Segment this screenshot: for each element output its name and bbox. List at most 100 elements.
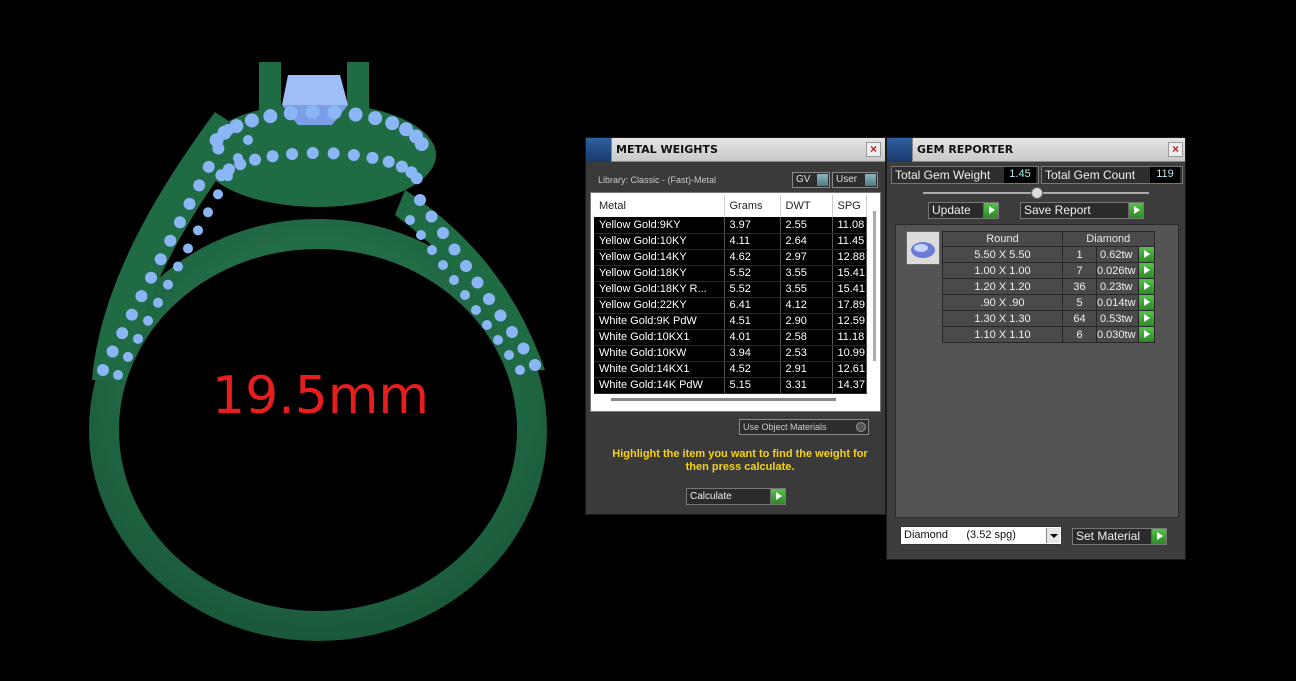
total-gem-weight-text: Total Gem Weight — [895, 168, 991, 182]
grams-cell: 5.52 — [724, 281, 781, 298]
gem-list-area: Round Diamond 5.50 X 5.50 1 0.62tw 1.00 X 1… — [895, 224, 1179, 518]
metal-weights-panel: METAL WEIGHTS × Library: Classic - (Fast… — [585, 137, 886, 515]
table-row[interactable]: White Gold:10KX1 4.01 2.58 11.18 — [594, 329, 867, 346]
material-dropdown[interactable]: Diamond (3.52 spg) — [900, 526, 1062, 545]
use-object-materials-toggle[interactable]: Use Object Materials — [739, 419, 869, 435]
update-button[interactable]: Update — [928, 202, 999, 219]
dwt-cell: 4.12 — [780, 297, 833, 314]
table-row[interactable]: White Gold:14KX1 4.52 2.91 12.61 — [594, 361, 867, 378]
metal-table-container[interactable]: Metal Grams DWT SPG Yellow Gold:9KY 3.97 2… — [590, 192, 881, 412]
table-row[interactable]: 1.00 X 1.00 7 0.026tw — [942, 262, 1155, 279]
close-icon[interactable]: × — [1168, 142, 1183, 157]
metal-weights-titlebar[interactable]: METAL WEIGHTS × — [586, 138, 885, 162]
gem-reporter-titlebar[interactable]: GEM REPORTER × — [887, 138, 1185, 162]
panel-title: GEM REPORTER — [917, 143, 1014, 156]
gem-size-cell-text: 1.10 X 1.10 — [974, 328, 1031, 341]
select-gem-arrow-icon[interactable] — [1137, 247, 1154, 262]
play-arrow-icon — [770, 489, 785, 504]
table-row[interactable]: White Gold:10KW 3.94 2.53 10.99 — [594, 345, 867, 362]
col-header-metal[interactable]: Metal — [594, 195, 725, 217]
select-gem-arrow-icon[interactable] — [1137, 263, 1154, 278]
col-header-grams[interactable]: Grams — [724, 195, 781, 217]
spg-cell: 10.99 — [832, 345, 867, 362]
table-row[interactable]: Yellow Gold:22KY 6.41 4.12 17.89 — [594, 297, 867, 314]
gem-count-cell-text: 7 — [1076, 264, 1083, 277]
col-header-dwt[interactable]: DWT — [780, 195, 833, 217]
chevron-down-icon — [1046, 528, 1060, 543]
table-row[interactable]: White Gold:9K PdW 4.51 2.90 12.59 — [594, 313, 867, 330]
gem-size-cell: 1.30 X 1.30 — [942, 310, 1063, 327]
gem-weight-cell-text: 0.030tw — [1097, 328, 1136, 341]
dwt-cell: 3.31 — [780, 377, 833, 394]
gem-count-cell-text: 1 — [1076, 248, 1083, 261]
table-row[interactable]: Yellow Gold:18KY 5.52 3.55 15.41 — [594, 265, 867, 282]
dwt-cell: 2.91 — [780, 361, 833, 378]
select-gem-arrow-icon[interactable] — [1137, 327, 1154, 342]
user-toggle-label: User — [836, 174, 858, 185]
table-row[interactable]: Yellow Gold:18KY R... 5.52 3.55 15.41 — [594, 281, 867, 298]
table-row[interactable]: Yellow Gold:10KY 4.11 2.64 11.45 — [594, 233, 867, 250]
grams-cell: 3.94 — [724, 345, 781, 362]
table-row[interactable]: 5.50 X 5.50 1 0.62tw — [942, 246, 1155, 263]
dwt-cell: 2.53 — [780, 345, 833, 362]
metal-cell: White Gold:10KW — [594, 345, 725, 362]
spg-cell: 11.08 — [832, 217, 867, 234]
gem-size-cell-text: .90 X .90 — [980, 296, 1025, 309]
select-gem-arrow-icon[interactable] — [1137, 311, 1154, 326]
table-row[interactable]: Yellow Gold:9KY 3.97 2.55 11.08 — [594, 217, 867, 234]
set-material-button[interactable]: Set Material — [1072, 528, 1167, 545]
gem-weight-cell: 0.014tw — [1096, 294, 1155, 311]
library-label: Library: Classic - (Fast)-Metal — [598, 175, 717, 185]
gem-size-cell: 1.10 X 1.10 — [942, 326, 1063, 343]
gem-weight-cell-text: 0.014tw — [1097, 296, 1136, 309]
ring-3d-viewport[interactable]: 19.5mm — [0, 0, 585, 681]
save-report-button[interactable]: Save Report — [1020, 202, 1144, 219]
metal-cell: Yellow Gold:14KY — [594, 249, 725, 266]
metal-cell: Yellow Gold:18KY — [594, 265, 725, 282]
table-row[interactable]: 1.20 X 1.20 36 0.23tw — [942, 278, 1155, 295]
round-gem-icon — [906, 231, 940, 265]
gem-count-cell-text: 36 — [1073, 280, 1086, 293]
table-row[interactable]: .90 X .90 5 0.014tw — [942, 294, 1155, 311]
gem-count-cell: 36 — [1062, 278, 1097, 295]
horizontal-scrollbar[interactable] — [611, 398, 836, 401]
gem-weight-cell-text: 0.62tw — [1100, 248, 1133, 261]
dwt-cell: 2.55 — [780, 217, 833, 234]
metal-cell: White Gold:10KX1 — [594, 329, 725, 346]
gem-count-cell-text: 5 — [1076, 296, 1083, 309]
gem-reporter-panel: GEM REPORTER × Total Gem Weight 1.45 Tot… — [886, 137, 1186, 560]
table-row[interactable]: 1.10 X 1.10 6 0.030tw — [942, 326, 1155, 343]
col-header-spg[interactable]: SPG — [832, 195, 867, 217]
gem-weight-cell-text: 0.23tw — [1100, 280, 1133, 293]
vertical-scrollbar[interactable] — [873, 211, 876, 361]
set-material-label: Set Material — [1076, 529, 1141, 543]
total-gem-weight-value: 1.45 — [1004, 167, 1036, 183]
gem-size-cell: 1.20 X 1.20 — [942, 278, 1063, 295]
select-gem-arrow-icon[interactable] — [1137, 295, 1154, 310]
close-icon[interactable]: × — [866, 142, 881, 157]
spg-cell: 12.59 — [832, 313, 867, 330]
total-gem-count-value: 119 — [1150, 167, 1180, 183]
dwt-cell: 2.90 — [780, 313, 833, 330]
spg-cell: 15.41 — [832, 265, 867, 282]
use-object-materials-label: Use Object Materials — [743, 422, 827, 432]
metal-cell: White Gold:14K PdW — [594, 377, 725, 394]
spg-cell: 17.89 — [832, 297, 867, 314]
user-toggle[interactable]: User — [832, 172, 878, 188]
table-row[interactable]: 1.30 X 1.30 64 0.53tw — [942, 310, 1155, 327]
metal-table-header: Metal Grams DWT SPG — [594, 195, 867, 217]
calculate-button[interactable]: Calculate — [686, 488, 786, 505]
center-stone — [282, 75, 348, 105]
prong-left — [259, 62, 281, 137]
table-row[interactable]: Yellow Gold:14KY 4.62 2.97 12.88 — [594, 249, 867, 266]
gv-toggle[interactable]: GV — [792, 172, 830, 188]
ring-model — [89, 62, 547, 641]
dwt-cell: 3.55 — [780, 281, 833, 298]
gem-weight-cell: 0.62tw — [1096, 246, 1155, 263]
gem-weight-cell-text: 0.026tw — [1097, 264, 1136, 277]
gem-count-cell: 1 — [1062, 246, 1097, 263]
update-label: Update — [932, 203, 971, 217]
select-gem-arrow-icon[interactable] — [1137, 279, 1154, 294]
panel-slider-knob[interactable] — [1031, 187, 1043, 199]
table-row[interactable]: White Gold:14K PdW 5.15 3.31 14.37 — [594, 377, 867, 394]
